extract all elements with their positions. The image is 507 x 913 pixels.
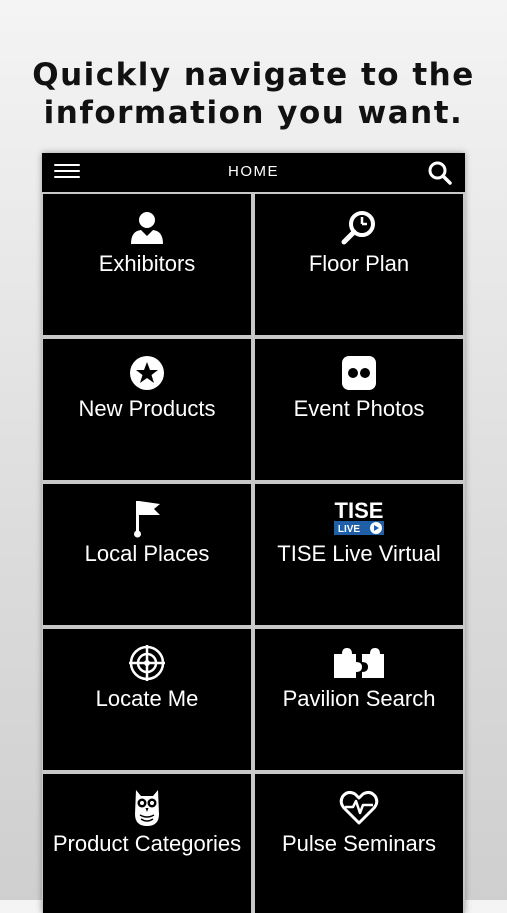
target-icon — [42, 644, 252, 682]
heart-pulse-icon — [254, 789, 464, 827]
tile-label: New Products — [78, 396, 216, 421]
tise-live-logo: TISE LIVE — [254, 498, 464, 537]
star-circle-icon — [42, 354, 252, 392]
puzzle-icon — [254, 644, 464, 682]
map-search-icon — [254, 209, 464, 247]
tise-logo-sub: LIVE — [338, 524, 361, 535]
tile-local-places[interactable]: Local Places — [42, 482, 253, 627]
flag-icon — [42, 499, 252, 538]
tile-label: TISE Live Virtual — [277, 541, 441, 566]
tile-new-products[interactable]: New Products — [42, 337, 253, 482]
photos-icon — [254, 354, 464, 392]
tise-logo-text: TISE — [335, 498, 384, 523]
tile-tise-live-virtual[interactable]: TISE LIVE TISE Live Virtual — [253, 482, 465, 627]
tile-label: Event Photos — [293, 396, 425, 421]
tile-locate-me[interactable]: Locate Me — [42, 627, 253, 772]
nav-title: HOME — [228, 163, 279, 180]
tile-exhibitors[interactable]: Exhibitors — [42, 192, 253, 337]
tile-label: Local Places — [84, 541, 210, 566]
tile-label: Product Categories — [52, 831, 242, 856]
search-icon[interactable] — [426, 159, 454, 187]
top-nav-bar: HOME — [42, 153, 465, 193]
tile-pavilion-search[interactable]: Pavilion Search — [253, 627, 465, 772]
tile-label: Pulse Seminars — [281, 831, 437, 856]
app-screen: HOME Exhibitors Floor Plan New Products … — [42, 153, 465, 913]
promo-line-2: information you want. — [43, 95, 464, 131]
tile-product-categories[interactable]: Product Categories — [42, 772, 253, 913]
tile-pulse-seminars[interactable]: Pulse Seminars — [253, 772, 465, 913]
owl-icon — [42, 789, 252, 827]
person-icon — [42, 209, 252, 247]
tile-event-photos[interactable]: Event Photos — [253, 337, 465, 482]
tile-label: Exhibitors — [98, 251, 196, 276]
promo-line-1: Quickly navigate to the — [32, 57, 475, 93]
tile-label: Floor Plan — [308, 251, 410, 276]
tile-label: Pavilion Search — [282, 686, 436, 711]
tile-label: Locate Me — [95, 686, 199, 711]
promo-headline: Quickly navigate to the information you … — [0, 56, 507, 132]
tile-floor-plan[interactable]: Floor Plan — [253, 192, 465, 337]
